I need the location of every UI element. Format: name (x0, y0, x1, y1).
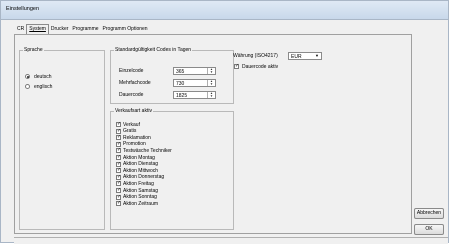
dauercode-aktiv-checkbox[interactable] (234, 63, 239, 69)
verkaufsart-label: Aktion Donnerstag (123, 174, 165, 181)
verkaufsart-label: Reklamation (123, 134, 151, 141)
dauercode-days-label: Dauercode (119, 92, 144, 98)
mehrfachcode-value: 730 (176, 81, 185, 87)
mehrfachcode-spin-buttons[interactable]: ▲ ▼ (207, 80, 215, 86)
einzelcode-stepper[interactable]: 365 ▲ ▼ (173, 67, 216, 75)
einzelcode-spin-buttons[interactable]: ▲ ▼ (207, 68, 215, 74)
radio-englisch[interactable] (25, 84, 30, 89)
verkaufsart-checkbox[interactable] (116, 134, 121, 141)
dauercode-value: 1825 (176, 93, 188, 99)
dauercode-aktiv-label: Dauercode aktiv (242, 64, 279, 70)
verkaufsart-label: Aktion Samstag (123, 187, 159, 194)
gueltigkeit-group: Standardgültigkeit Codes in Tagen Einzel… (110, 47, 234, 104)
verkaufsart-checkbox[interactable] (116, 121, 121, 127)
verkaufsart-checkbox[interactable] (116, 161, 121, 167)
sprache-group: Sprache deutsch englisch (19, 47, 105, 230)
waehrung-label: Währung (ISO4217) (233, 53, 278, 59)
verkaufsart-checkbox[interactable] (116, 180, 121, 187)
verkaufsart-label: Promotion (123, 141, 146, 148)
verkaufsart-checkbox[interactable] (116, 128, 121, 134)
dauercode-spin-buttons[interactable]: ▲ ▼ (207, 92, 215, 98)
radio-deutsch[interactable] (25, 74, 30, 79)
verkaufsart-checkbox[interactable] (116, 167, 121, 174)
einzelcode-value: 365 (176, 69, 185, 75)
tab-system-label: System (29, 26, 46, 32)
chevron-down-icon[interactable]: ▼ (314, 53, 320, 59)
ok-button[interactable]: OK (414, 224, 444, 235)
verkaufsart-group: Verkaufsart aktiv VerkaufGratisReklamati… (110, 108, 234, 230)
waehrung-value: EUR (291, 54, 302, 60)
verkaufsart-label: Aktion Zeitraum (123, 200, 159, 207)
verkaufsart-legend: Verkaufsart aktiv (115, 108, 152, 114)
verkaufsart-checkbox[interactable] (116, 141, 121, 147)
spin-down-icon[interactable]: ▼ (208, 95, 215, 98)
verkaufsart-label: Aktion Mittwoch (123, 167, 159, 174)
tab-strip: CR System Drucker Programme Programm Opt… (15, 24, 150, 35)
einzelcode-label: Einzelcode (119, 68, 144, 74)
radio-englisch-label: englisch (34, 84, 53, 90)
gueltigkeit-legend: Standardgültigkeit Codes in Tagen (115, 47, 192, 53)
verkaufsart-checkbox[interactable] (116, 174, 121, 180)
verkaufsart-checkbox[interactable] (116, 200, 121, 207)
verkaufsart-label: Aktion Montag (123, 154, 155, 161)
verkaufsart-label: Testwäsche Techniker (123, 147, 172, 154)
title-bar: Einstellungen (1, 1, 448, 20)
tab-programme[interactable]: Programme (70, 25, 100, 34)
verkaufsart-label: Verkauf (123, 121, 140, 128)
waehrung-select[interactable]: EUR ▼ (288, 52, 322, 60)
verkaufsart-label: Gratis (123, 128, 137, 135)
verkaufsart-label: Aktion Freitag (123, 180, 154, 187)
verkaufsart-label: Aktion Dienstag (123, 161, 159, 168)
verkaufsart-checkbox[interactable] (116, 154, 121, 160)
spin-down-icon[interactable]: ▼ (208, 83, 215, 86)
tab-programm-optionen[interactable]: Programm Optionen (101, 25, 150, 34)
verkaufsart-label: Aktion Sonntag (123, 194, 157, 201)
mehrfachcode-label: Mehrfachcode (119, 80, 151, 86)
tab-drucker[interactable]: Drucker (49, 25, 71, 34)
verkaufsart-checkbox[interactable] (116, 147, 121, 154)
settings-window: Einstellungen CR System Drucker Programm… (0, 0, 449, 244)
system-tab-panel: Sprache deutsch englisch Standardgültigk… (14, 34, 412, 234)
verkaufsart-checkbox[interactable] (116, 194, 121, 200)
cancel-button[interactable]: Abbrechen (414, 208, 444, 219)
sprache-legend: Sprache (24, 47, 43, 53)
window-title: Einstellungen (6, 6, 40, 12)
spin-down-icon[interactable]: ▼ (208, 71, 215, 74)
tab-cr[interactable]: CR (15, 25, 26, 34)
verkaufsart-checkbox[interactable] (116, 187, 121, 193)
mehrfachcode-stepper[interactable]: 730 ▲ ▼ (173, 79, 216, 87)
dauercode-stepper[interactable]: 1825 ▲ ▼ (173, 91, 216, 99)
radio-deutsch-label: deutsch (34, 74, 52, 80)
